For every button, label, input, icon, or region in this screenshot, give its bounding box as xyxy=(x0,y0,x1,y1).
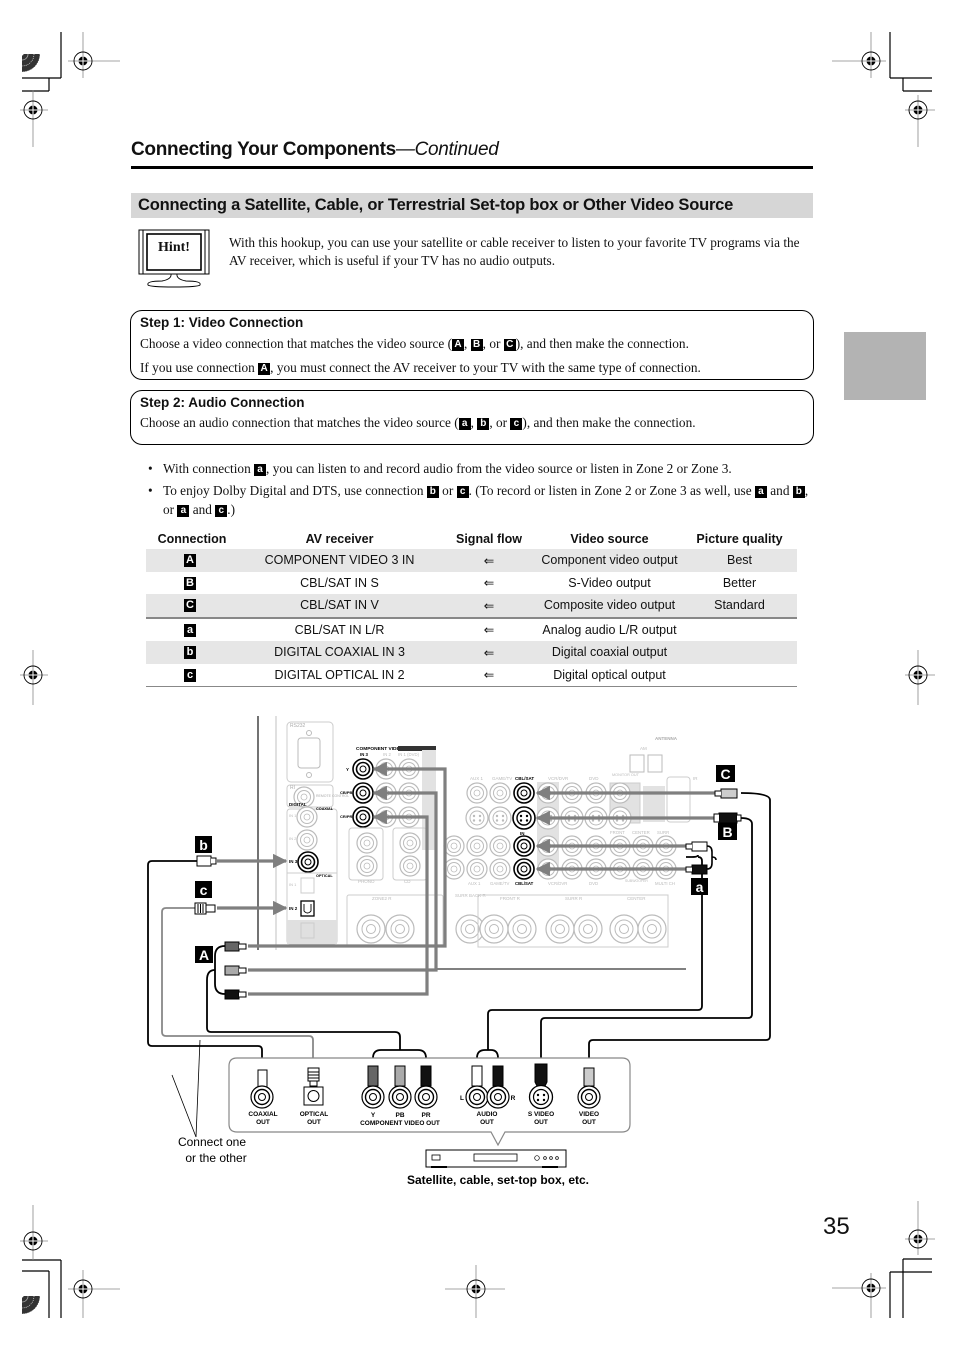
zone2r-label: ZONE2 R xyxy=(372,896,392,901)
device-caption: Satellite, cable, set-top box, etc. xyxy=(407,1173,589,1187)
composite-plug xyxy=(714,788,738,799)
ri-label: RI xyxy=(290,785,295,791)
aux1-label: AUX 1 xyxy=(470,776,484,781)
surrr-label: SURR R xyxy=(565,896,583,901)
svideo-plug xyxy=(713,812,742,824)
aux1-bottom-label: AUX 1 xyxy=(468,881,481,886)
pb-out-label: PB xyxy=(395,1112,404,1119)
audio-out-label: AUDIO xyxy=(477,1111,498,1118)
coax-in2-label: IN 2 xyxy=(289,836,297,841)
gametv-label: GAME/TV xyxy=(492,776,512,781)
ir-label: IR xyxy=(693,776,698,781)
coax-in1-label: IN 1 xyxy=(289,813,297,818)
cblsat-label: CBL/SAT xyxy=(515,776,534,781)
optical-plug xyxy=(194,902,216,915)
pr-out-label: PR xyxy=(421,1112,430,1119)
monitor-out-label: MONITOR OUT xyxy=(612,773,640,777)
comp-in3-label: IN 3 xyxy=(360,752,368,757)
center-label: CENTER xyxy=(632,830,650,835)
rs232-label: RS232 xyxy=(290,723,306,729)
vcrdvr-label: VCR/DVR xyxy=(548,776,569,781)
coaxial-out-label-2: OUT xyxy=(256,1119,270,1126)
cable-component-bundle xyxy=(214,945,226,995)
connection-diagram: RS232 RI REMOTE CONTROL DIGITAL COAXIAL … xyxy=(147,716,771,1187)
audio-l-label: L xyxy=(460,1095,464,1102)
dvd-label: DVD xyxy=(589,776,599,781)
set-top-box-icon xyxy=(425,1149,567,1168)
diagram-label-A: A xyxy=(199,947,209,963)
frontr-label: FRONT R xyxy=(500,896,521,901)
optical-out-label: OPTICAL xyxy=(300,1111,329,1118)
audio-r-label: R xyxy=(511,1095,516,1102)
video-out-label: VIDEO xyxy=(579,1111,599,1118)
dvd-bottom-label: DVD xyxy=(589,881,598,886)
subwoofer-label: SUBWOOFER xyxy=(625,879,648,883)
cblsat-bottom-label: CBL/SAT xyxy=(515,881,534,886)
coaxial-plug xyxy=(196,855,217,867)
connect-note-line1: Connect one xyxy=(178,1135,246,1149)
digital-label: DIGITAL xyxy=(289,802,307,807)
diagram-label-B: B xyxy=(722,824,732,840)
diagram-label-a: a xyxy=(696,879,704,895)
page-number: 35 xyxy=(823,1213,850,1240)
component-out-jacks xyxy=(361,1065,438,1109)
opt-in1-label: IN 1 xyxy=(289,882,297,887)
diagram-label-b: b xyxy=(199,837,208,853)
vcrdvr-bottom-label: VCR/DVR xyxy=(548,881,567,886)
cable-component xyxy=(206,969,401,1050)
coax-in3-label: IN 3 xyxy=(289,859,298,864)
optical-label: OPTICAL xyxy=(316,874,333,878)
comp-in1-label: IN 1 (DVD) xyxy=(398,752,420,757)
am-label: AM xyxy=(640,746,647,751)
svideo-out-label: S VIDEO xyxy=(528,1111,554,1118)
component-video-out-label: COMPONENT VIDEO OUT xyxy=(360,1120,440,1127)
cd-label: CD xyxy=(404,879,411,884)
antenna-label: ANTENNA xyxy=(655,736,678,741)
comp-in2-label: IN 2 xyxy=(383,752,391,757)
gametv-bottom-label: GAME/TV xyxy=(490,881,509,886)
svideo-out-label-2: OUT xyxy=(534,1119,548,1126)
av-receiver-rear-panel: RS232 RI REMOTE CONTROL DIGITAL COAXIAL … xyxy=(257,716,698,970)
multich-label: MULTI CH xyxy=(655,881,675,886)
front-label: FRONT xyxy=(610,830,625,835)
cb-label: CB/PB xyxy=(340,790,353,795)
audio-out-label-2: OUT xyxy=(480,1119,494,1126)
y-label: Y xyxy=(346,767,349,772)
phono-label: PHONO xyxy=(358,879,375,884)
video-out-label-2: OUT xyxy=(582,1119,596,1126)
y-out-label: Y xyxy=(371,1112,376,1119)
source-device-panel: COAXIAL OUT OPTICAL OUT Y PB PR COMPONEN… xyxy=(228,1057,631,1147)
coaxial-out-label: COAXIAL xyxy=(248,1111,277,1118)
surr-label: SURR xyxy=(657,830,669,835)
component-plugs xyxy=(224,941,247,1000)
diagram-label-c: c xyxy=(200,882,208,898)
center-sp-label: CENTER xyxy=(627,896,646,901)
optical-out-label-2: OUT xyxy=(307,1119,321,1126)
cr-label: CR/PR xyxy=(340,814,353,819)
opt-in2-label: IN 2 xyxy=(289,906,298,911)
connect-note-line2: or the other xyxy=(185,1151,246,1165)
connect-note-pointer xyxy=(171,1039,201,1138)
diagram-label-C: C xyxy=(720,766,730,782)
coaxial-label: COAXIAL xyxy=(316,807,334,811)
